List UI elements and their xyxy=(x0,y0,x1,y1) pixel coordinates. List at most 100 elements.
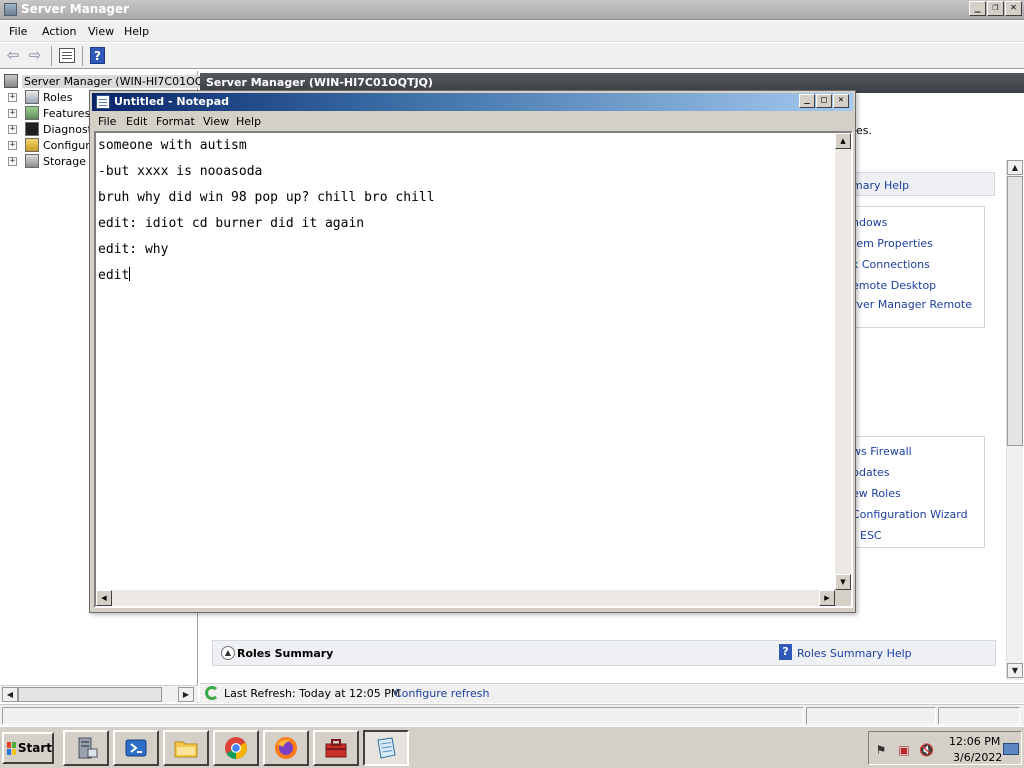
tree-item-storage[interactable]: + Storage xyxy=(8,153,86,169)
taskbar-powershell-button[interactable] xyxy=(113,730,159,766)
configure-refresh-link[interactable]: Configure refresh xyxy=(394,687,489,700)
help-icon[interactable]: ? xyxy=(779,644,792,660)
description-fragment: es. xyxy=(856,124,872,137)
expand-icon[interactable]: + xyxy=(8,140,17,150)
tree-item-features[interactable]: + Features xyxy=(8,105,90,121)
roles-summary-title: Roles Summary xyxy=(237,647,334,660)
tree-item-configuration[interactable]: + Configura xyxy=(8,137,97,153)
expand-icon[interactable]: + xyxy=(8,108,17,118)
notepad-maximize-button[interactable]: □ xyxy=(816,94,832,108)
expand-icon[interactable]: + xyxy=(8,92,17,102)
features-icon xyxy=(25,106,39,120)
scroll-up-button[interactable]: ▲ xyxy=(1007,160,1023,175)
task-link-windows-firewall[interactable]: ws Firewall xyxy=(852,445,912,458)
action-center-flag-icon[interactable]: ⚑ xyxy=(874,743,888,757)
show-hide-console-tree-icon[interactable] xyxy=(59,48,75,63)
roles-summary-help-link[interactable]: Roles Summary Help xyxy=(797,647,912,660)
notepad-horizontal-scrollbar[interactable]: ◀ ▶ xyxy=(96,590,835,606)
start-button[interactable]: Start xyxy=(2,732,54,764)
task-link-system-properties[interactable]: tem Properties xyxy=(852,237,933,250)
taskbar-server-manager-button[interactable] xyxy=(63,730,109,766)
notepad-titlebar[interactable]: Untitled - Notepad _ □ ✕ xyxy=(92,93,853,111)
taskbar-toolbox-button[interactable] xyxy=(313,730,359,766)
notepad-menu-edit[interactable]: Edit xyxy=(126,115,147,128)
task-link-network-connections[interactable]: k Connections xyxy=(852,258,930,271)
right-pane-vertical-scrollbar[interactable]: ▲ ▼ xyxy=(1006,160,1023,680)
start-label: Start xyxy=(17,741,52,755)
collapse-chevron-up-icon[interactable]: ▲ xyxy=(221,646,235,660)
scroll-left-button[interactable]: ◀ xyxy=(2,687,18,702)
task-link-updates[interactable]: pdates xyxy=(852,466,890,479)
forward-arrow-icon[interactable]: ⇨ xyxy=(26,47,44,65)
notepad-menu-help[interactable]: Help xyxy=(236,115,261,128)
notepad-text-area[interactable]: someone with autism -but xxxx is nooasoda… xyxy=(94,131,853,608)
text-line-current: edit xyxy=(98,263,435,289)
notepad-menu-file[interactable]: File xyxy=(98,115,116,128)
notepad-app-icon xyxy=(96,95,110,109)
taskbar-chrome-button[interactable] xyxy=(213,730,259,766)
text-line: someone with autism xyxy=(98,138,247,153)
notification-area: ⚑ ▣ 🔇 12:06 PM 3/6/2022 xyxy=(868,731,1022,765)
scroll-down-button[interactable]: ▼ xyxy=(835,574,851,590)
expand-icon[interactable]: + xyxy=(8,124,17,134)
notepad-menu-format[interactable]: Format xyxy=(156,115,195,128)
refresh-icon[interactable] xyxy=(205,686,219,700)
task-link-security-configuration-wizard[interactable]: Configuration Wizard xyxy=(852,508,968,521)
task-link-remote-desktop[interactable]: emote Desktop xyxy=(852,279,936,292)
tree-item-roles[interactable]: + Roles xyxy=(8,89,72,105)
back-arrow-icon[interactable]: ⇦ xyxy=(4,47,22,65)
folder-icon xyxy=(174,741,198,758)
scroll-up-button[interactable]: ▲ xyxy=(835,133,851,149)
task-link-ie-esc[interactable]: ESC xyxy=(860,529,882,542)
summary-help-link[interactable]: mary Help xyxy=(852,179,909,192)
scroll-left-button[interactable]: ◀ xyxy=(96,590,112,606)
storage-icon xyxy=(25,154,39,168)
server-manager-titlebar[interactable]: Server Manager _ ❐ ✕ xyxy=(0,0,1024,20)
chrome-icon xyxy=(225,737,247,759)
menu-action[interactable]: Action xyxy=(42,25,76,38)
task-link-view-roles[interactable]: ew Roles xyxy=(852,487,901,500)
minimize-button[interactable]: _ xyxy=(969,1,986,16)
size-grip[interactable] xyxy=(835,590,851,606)
task-link-windows[interactable]: ndows xyxy=(852,216,887,229)
close-button[interactable]: ✕ xyxy=(1005,1,1022,16)
network-error-icon[interactable]: ▣ xyxy=(897,743,911,757)
text-caret xyxy=(129,267,131,281)
server-manager-icon xyxy=(78,737,98,759)
taskbar: Start ⚑ ▣ 🔇 12:06 PM 3/6/2022 xyxy=(0,726,1024,768)
scroll-thumb[interactable] xyxy=(18,687,162,702)
clock-time[interactable]: 12:06 PM xyxy=(949,735,1000,748)
taskbar-firefox-button[interactable] xyxy=(263,730,309,766)
firefox-icon xyxy=(275,737,297,759)
refresh-bar: Last Refresh: Today at 12:05 PM Configur… xyxy=(200,683,1024,703)
scroll-down-button[interactable]: ▼ xyxy=(1007,663,1023,678)
show-desktop-icon[interactable] xyxy=(1003,743,1019,755)
tree-item-label: Features xyxy=(43,106,91,120)
taskbar-notepad-button[interactable] xyxy=(363,730,409,766)
taskbar-file-explorer-button[interactable] xyxy=(163,730,209,766)
tree-root-server-manager[interactable]: Server Manager (WIN-HI7C01OQT. xyxy=(4,73,215,89)
volume-muted-icon[interactable]: 🔇 xyxy=(919,743,934,757)
scroll-thumb[interactable] xyxy=(1007,176,1023,446)
tree-item-label: Diagnosti xyxy=(43,122,96,136)
clock-date[interactable]: 3/6/2022 xyxy=(953,751,1002,764)
expand-icon[interactable]: + xyxy=(8,156,17,166)
notepad-vertical-scrollbar[interactable]: ▲ ▼ xyxy=(835,133,851,590)
scroll-right-button[interactable]: ▶ xyxy=(178,687,194,702)
windows-logo-icon xyxy=(7,741,16,755)
roles-icon xyxy=(25,90,39,104)
menu-file[interactable]: File xyxy=(9,25,27,38)
restore-button[interactable]: ❐ xyxy=(987,1,1004,16)
menu-view[interactable]: View xyxy=(88,25,114,38)
task-link-server-manager-remote[interactable]: rver Manager Remote xyxy=(852,298,972,311)
help-icon[interactable]: ? xyxy=(90,47,105,64)
scroll-right-button[interactable]: ▶ xyxy=(819,590,835,606)
tree-item-diagnostics[interactable]: + Diagnosti xyxy=(8,121,95,137)
notepad-title: Untitled - Notepad xyxy=(114,95,230,108)
text-line: -but xxxx is nooasoda xyxy=(98,164,263,179)
notepad-menu-view[interactable]: View xyxy=(203,115,229,128)
tree-horizontal-scrollbar[interactable]: ◀ ▶ xyxy=(0,685,198,702)
notepad-close-button[interactable]: ✕ xyxy=(833,94,849,108)
menu-help[interactable]: Help xyxy=(124,25,149,38)
notepad-minimize-button[interactable]: _ xyxy=(799,94,815,108)
